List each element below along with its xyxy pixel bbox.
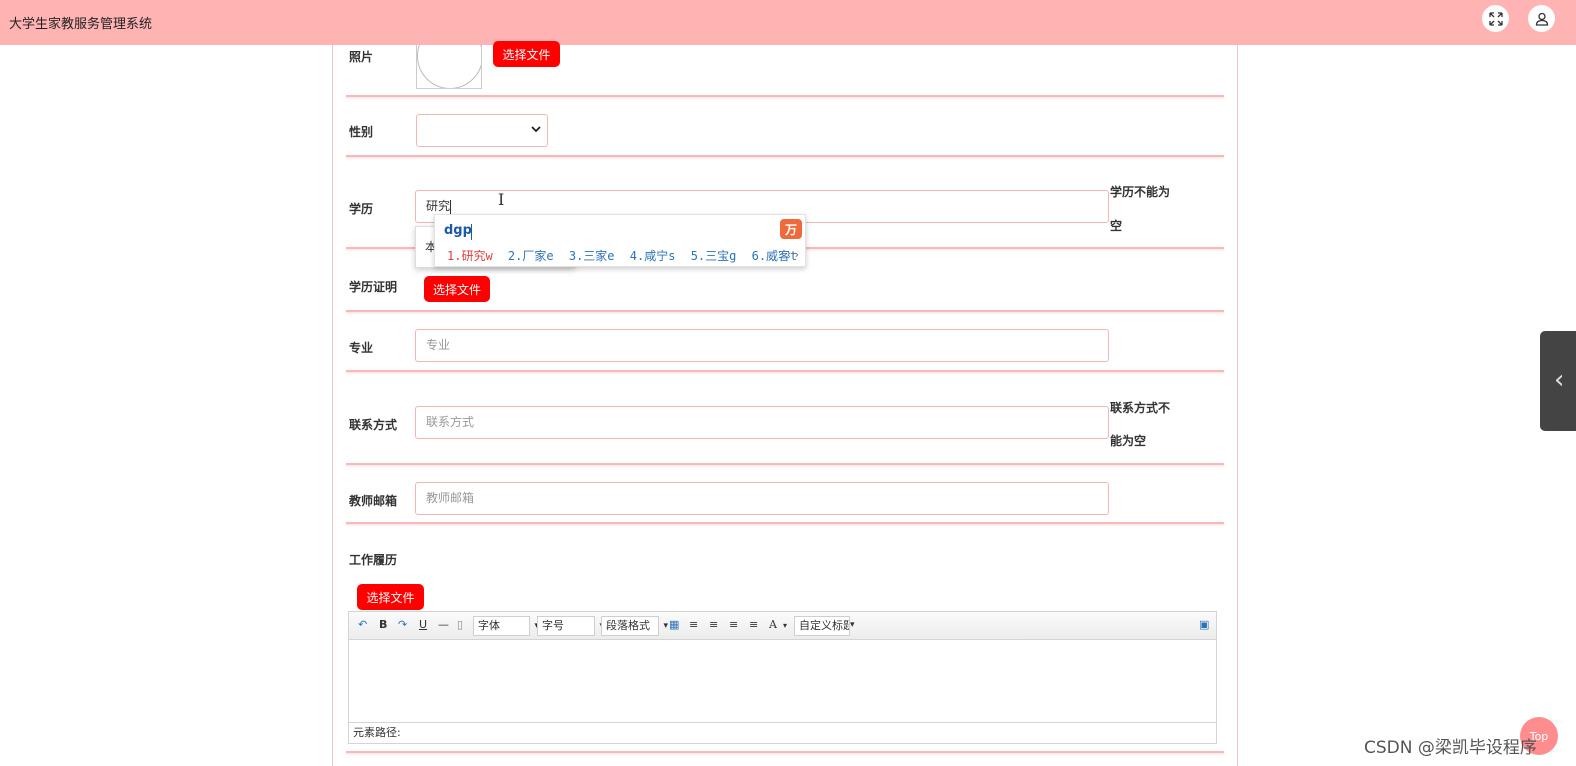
work-history-choose-file-button[interactable]: 选择文件 <box>357 584 424 610</box>
photo-preview <box>416 45 482 89</box>
font-color-icon[interactable]: A <box>769 618 777 631</box>
separator <box>346 522 1224 524</box>
editor-toolbar: ↶ B ↷ U — ▯ 字体▾ 字号▾ 段落格式▾ ▦ ≡ ≡ ≡ ≡ A ▾ … <box>349 612 1216 640</box>
chevron-left-icon: ‹ <box>1554 365 1565 395</box>
separator <box>346 155 1224 157</box>
major-input[interactable]: 专业 <box>415 329 1109 362</box>
contact-label: 联系方式 <box>349 418 398 432</box>
custom-title-select[interactable]: 自定义标题 <box>794 616 850 636</box>
photo-choose-file-button[interactable]: 选择文件 <box>493 41 560 67</box>
underline-icon[interactable]: U <box>419 618 427 631</box>
ime-candidate[interactable]: 5.三宝g <box>691 249 737 263</box>
ime-logo-icon: 万 <box>780 219 802 239</box>
user-icon[interactable] <box>1528 5 1555 32</box>
education-proof-choose-file-button[interactable]: 选择文件 <box>424 276 490 302</box>
major-label: 专业 <box>349 341 374 355</box>
education-label: 学历 <box>349 202 374 216</box>
font-size-select[interactable]: 字号▾ <box>537 616 604 636</box>
font-color-arrow-icon[interactable]: ▾ <box>783 621 787 630</box>
gender-label: 性别 <box>349 125 374 139</box>
ime-candidate[interactable]: 4.咸宁s <box>630 249 676 263</box>
ime-candidates: 1.研究w 2.厂家e 3.三家e 4.咸宁s 5.三宝g 6.威客t <box>447 247 805 264</box>
chevron-down-icon <box>531 124 541 137</box>
app-title: 大学生家教服务管理系统 <box>9 17 153 32</box>
separator <box>346 95 1224 97</box>
email-label: 教师邮箱 <box>349 494 398 508</box>
work-history-label: 工作履历 <box>349 553 398 567</box>
ime-composition: dgp <box>444 223 472 238</box>
separator <box>346 463 1224 465</box>
email-input[interactable]: 教师邮箱 <box>415 482 1109 515</box>
custom-title-arrow-icon[interactable]: ▾ <box>850 620 855 630</box>
undo-icon[interactable]: ↶ <box>358 618 367 631</box>
rich-text-editor: ↶ B ↷ U — ▯ 字体▾ 字号▾ 段落格式▾ ▦ ≡ ≡ ≡ ≡ A ▾ … <box>348 611 1217 744</box>
top-bar: 大学生家教服务管理系统 <box>0 0 1576 45</box>
ime-candidate-window: dgp 万 1.研究w 2.厂家e 3.三家e 4.咸宁s 5.三宝g 6.威客… <box>434 214 806 267</box>
editor-status-bar: 元素路径: <box>349 722 1216 743</box>
ime-caret <box>471 224 472 240</box>
bold-icon[interactable]: B <box>379 618 387 631</box>
ime-candidate[interactable]: 1.研究w <box>447 249 493 263</box>
ibeam-cursor-icon: I <box>498 190 505 209</box>
education-proof-label: 学历证明 <box>349 280 398 294</box>
education-error-line2: 空 <box>1110 219 1123 233</box>
separator <box>346 370 1224 372</box>
side-drawer-tab[interactable]: ‹ <box>1540 331 1576 431</box>
separator <box>346 310 1224 312</box>
table-icon[interactable]: ▦ <box>669 618 679 631</box>
education-error-line1: 学历不能为 <box>1110 185 1171 199</box>
preview-icon[interactable]: ▣ <box>1199 618 1209 631</box>
align-left-icon[interactable]: ≡ <box>689 618 698 631</box>
document-icon[interactable]: ▯ <box>457 618 463 631</box>
contact-input[interactable]: 联系方式 <box>415 406 1109 439</box>
fullscreen-icon[interactable] <box>1482 5 1509 32</box>
contact-error-line1: 联系方式不 <box>1110 401 1171 415</box>
gender-select[interactable] <box>416 114 548 147</box>
contact-error-line2: 能为空 <box>1110 434 1147 448</box>
horizontal-rule-icon[interactable]: — <box>438 618 449 631</box>
ime-candidate[interactable]: 3.三家e <box>569 249 615 263</box>
align-justify-icon[interactable]: ≡ <box>749 618 758 631</box>
watermark: CSDN @梁凯毕设程序 <box>1364 738 1537 758</box>
ime-page-nav-icon[interactable]: ‹ › <box>787 248 799 261</box>
separator <box>346 751 1224 753</box>
align-right-icon[interactable]: ≡ <box>709 618 718 631</box>
text-caret <box>450 200 451 215</box>
redo-icon[interactable]: ↷ <box>398 618 407 631</box>
photo-label: 照片 <box>349 50 374 64</box>
paragraph-format-select[interactable]: 段落格式 ▾ <box>601 616 668 636</box>
align-center-icon[interactable]: ≡ <box>729 618 738 631</box>
font-family-select[interactable]: 字体▾ <box>473 616 539 636</box>
ime-candidate[interactable]: 2.厂家e <box>508 249 554 263</box>
